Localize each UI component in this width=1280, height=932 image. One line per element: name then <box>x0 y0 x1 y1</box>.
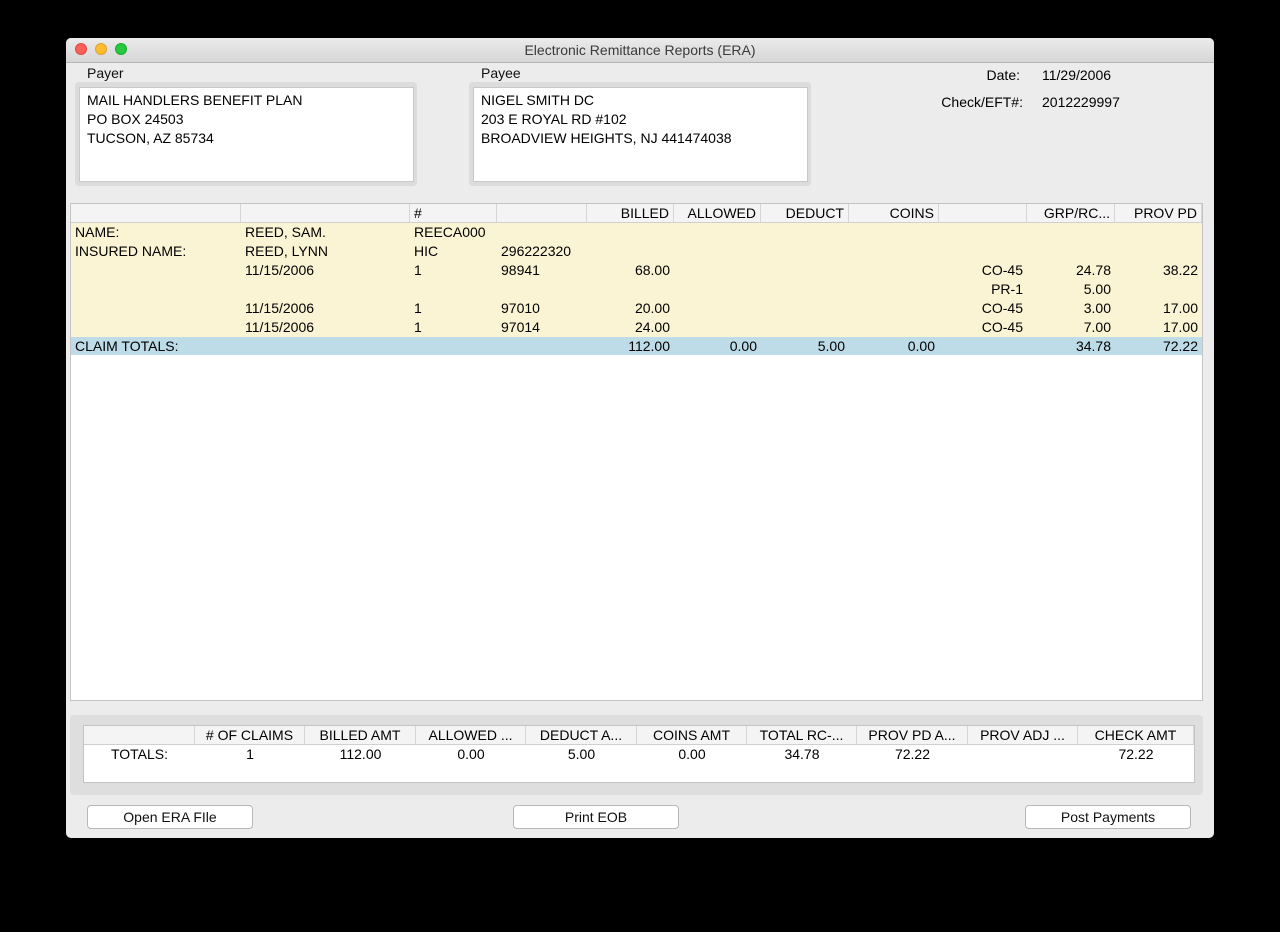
claim-column-header[interactable] <box>241 204 410 222</box>
claim-table-cell: 97010 <box>501 300 540 316</box>
date-label: Date: <box>986 67 1020 83</box>
claim-table-cell: 97014 <box>501 319 540 335</box>
totals-column-header[interactable]: DEDUCT A... <box>526 726 637 744</box>
claim-column-header[interactable]: BILLED <box>587 204 674 222</box>
date-value: 11/29/2006 <box>1042 67 1112 83</box>
totals-column-header[interactable]: # OF CLAIMS <box>195 726 305 744</box>
claim-column-header[interactable]: GRP/RC... <box>1027 204 1115 222</box>
claim-table-cell: NAME: <box>75 224 120 240</box>
claim-table-cell: REED, LYNN <box>245 243 328 259</box>
totals-cell: 5.00 <box>567 746 596 762</box>
claim-table-cell: 98941 <box>501 262 540 278</box>
post-payments-button[interactable]: Post Payments <box>1025 805 1191 829</box>
claim-table-header: # BILLED ALLOWED DEDUCT COINS GRP/RC... PROV P… <box>71 204 1202 223</box>
claim-column-header[interactable] <box>939 204 1027 222</box>
claim-table-cell: 11/15/2006 <box>245 319 315 335</box>
print-eob-button[interactable]: Print EOB <box>513 805 679 829</box>
payee-address-box[interactable]: NIGEL SMITH DC 203 E ROYAL RD #102 BROAD… <box>473 87 808 182</box>
claim-table-cell: 17.00 <box>1162 319 1198 335</box>
totals-cell: 72.22 <box>1118 746 1154 762</box>
claim-total-cell: 5.00 <box>817 338 845 354</box>
claim-table-cell: 38.22 <box>1162 262 1198 278</box>
claim-table-cell: 1 <box>414 300 422 316</box>
totals-cell: 72.22 <box>894 746 931 762</box>
totals-column-header[interactable]: TOTAL RC-... <box>747 726 857 744</box>
claim-table-cell: CO-45 <box>981 300 1023 316</box>
era-window: Electronic Remittance Reports (ERA) Paye… <box>66 38 1214 838</box>
totals-cell: 112.00 <box>339 746 382 762</box>
claim-column-header[interactable]: DEDUCT <box>761 204 849 222</box>
claim-total-cell: CLAIM TOTALS: <box>75 338 179 354</box>
claim-table-cell: 17.00 <box>1162 300 1198 316</box>
payer-label: Payer <box>87 65 124 81</box>
claim-table-cell: 5.00 <box>1083 281 1111 297</box>
payee-address-line: BROADVIEW HEIGHTS, NJ 441474038 <box>481 130 732 146</box>
claim-table-cell: 3.00 <box>1083 300 1111 316</box>
claim-table-cell: PR-1 <box>991 281 1023 297</box>
claim-column-header[interactable]: # <box>410 204 497 222</box>
totals-column-header[interactable]: BILLED AMT <box>305 726 416 744</box>
totals-cell: 34.78 <box>784 746 820 762</box>
claim-table-cell: CO-45 <box>981 319 1023 335</box>
payer-address-line: MAIL HANDLERS BENEFIT PLAN <box>87 92 303 108</box>
claim-table-cell: 11/15/2006 <box>245 262 315 278</box>
totals-cell: 0.00 <box>678 746 706 762</box>
totals-cell: 1 <box>246 746 254 762</box>
payee-address-line: NIGEL SMITH DC <box>481 92 595 108</box>
totals-cell: TOTALS: <box>110 746 169 762</box>
payee-address-line: 203 E ROYAL RD #102 <box>481 111 627 127</box>
title-bar[interactable]: Electronic Remittance Reports (ERA) <box>66 38 1214 63</box>
check-eft-value: 2012229997 <box>1042 94 1120 110</box>
claim-table-cell: 296222320 <box>501 243 572 259</box>
claim-column-header[interactable] <box>71 204 241 222</box>
claim-total-cell: 0.00 <box>729 338 757 354</box>
payer-address-box[interactable]: MAIL HANDLERS BENEFIT PLAN PO BOX 24503 … <box>79 87 414 182</box>
totals-group: # OF CLAIMS BILLED AMT ALLOWED ... DEDUCT A… <box>70 715 1203 795</box>
claim-total-cell: 72.22 <box>1162 338 1198 354</box>
claim-total-cell: 34.78 <box>1075 338 1111 354</box>
claim-column-header[interactable]: COINS <box>849 204 939 222</box>
totals-table[interactable]: # OF CLAIMS BILLED AMT ALLOWED ... DEDUCT A… <box>83 725 1195 783</box>
totals-column-header[interactable]: COINS AMT <box>637 726 747 744</box>
claim-total-cell: 112.00 <box>628 338 670 354</box>
claim-table-cell: 1 <box>414 262 422 278</box>
totals-column-header[interactable]: ALLOWED ... <box>416 726 526 744</box>
totals-cell: 0.00 <box>457 746 485 762</box>
claim-column-header[interactable]: ALLOWED <box>674 204 761 222</box>
totals-table-header: # OF CLAIMS BILLED AMT ALLOWED ... DEDUCT A… <box>84 726 1194 745</box>
check-eft-label: Check/EFT#: <box>941 94 1023 110</box>
payee-label: Payee <box>481 65 521 81</box>
claim-total-cell: 0.00 <box>907 338 935 354</box>
claim-table-cell: HIC <box>414 243 439 259</box>
claim-table-cell: REED, SAM. <box>245 224 326 240</box>
totals-column-header[interactable]: CHECK AMT <box>1078 726 1194 744</box>
totals-column-header[interactable]: PROV ADJ ... <box>968 726 1078 744</box>
claim-table-cell: 20.00 <box>634 300 670 316</box>
claim-table-cell: 1 <box>414 319 422 335</box>
totals-column-header[interactable]: PROV PD A... <box>857 726 968 744</box>
claim-column-header[interactable]: PROV PD <box>1115 204 1202 222</box>
claim-table-cell: 7.00 <box>1083 319 1111 335</box>
claim-table-cell: 24.78 <box>1075 262 1111 278</box>
claim-table-cell: CO-45 <box>981 262 1023 278</box>
claim-table-cell: 24.00 <box>634 319 670 335</box>
claim-table-cell: REECA000 <box>414 224 486 240</box>
payer-address-line: TUCSON, AZ 85734 <box>87 130 214 146</box>
claim-column-header[interactable] <box>497 204 587 222</box>
claim-table-cell: 68.00 <box>634 262 670 278</box>
claim-detail-table[interactable]: # BILLED ALLOWED DEDUCT COINS GRP/RC... PROV P… <box>70 203 1203 701</box>
window-title: Electronic Remittance Reports (ERA) <box>524 42 756 58</box>
totals-column-header[interactable] <box>84 726 195 744</box>
claim-table-cell: 11/15/2006 <box>245 300 315 316</box>
open-era-file-button[interactable]: Open ERA FIle <box>87 805 253 829</box>
claim-table-cell: INSURED NAME: <box>75 243 187 259</box>
payer-address-line: PO BOX 24503 <box>87 111 184 127</box>
